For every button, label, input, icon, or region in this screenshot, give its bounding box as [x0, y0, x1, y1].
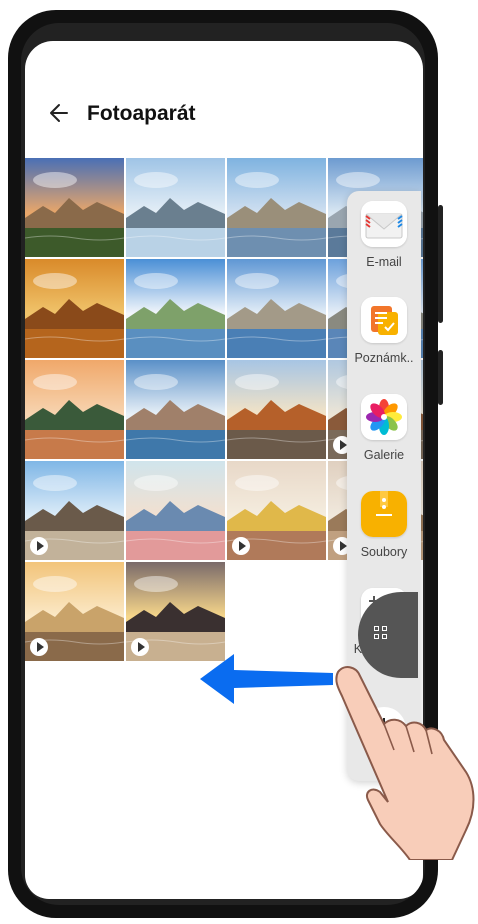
dock-app-label: Galerie — [363, 448, 405, 462]
power-button — [438, 350, 443, 405]
photo-tile[interactable] — [25, 562, 124, 661]
pointing-hand — [335, 666, 475, 860]
swipe-left-arrow — [200, 654, 333, 704]
photo-tile[interactable] — [126, 360, 225, 459]
grid-icon — [374, 626, 388, 640]
photo-tile[interactable] — [25, 259, 124, 358]
arrow-left-icon[interactable] — [47, 99, 75, 127]
play-icon — [131, 638, 149, 656]
photo-tile[interactable] — [25, 158, 124, 257]
photo-tile[interactable] — [126, 259, 225, 358]
dock-app-label: Poznámk.. — [354, 351, 414, 365]
photo-tile[interactable] — [227, 259, 326, 358]
photo-tile[interactable] — [227, 158, 326, 257]
page-title: Fotoaparát — [87, 102, 196, 125]
photo-tile[interactable] — [227, 461, 326, 560]
photo-tile[interactable] — [126, 461, 225, 560]
gallery-icon — [361, 394, 407, 440]
app-header: Fotoaparát — [25, 41, 423, 135]
photo-tile[interactable] — [227, 360, 326, 459]
dock-app-label: E-mail — [366, 255, 402, 269]
dock-app-label: Soubory — [360, 545, 408, 559]
volume-button — [438, 205, 443, 323]
play-icon — [232, 537, 250, 555]
mail-icon — [361, 201, 407, 247]
photo-tile[interactable] — [126, 158, 225, 257]
notes-icon — [361, 297, 407, 343]
play-icon — [30, 638, 48, 656]
photo-tile[interactable] — [25, 461, 124, 560]
photo-tile[interactable] — [126, 562, 225, 661]
files-icon — [361, 491, 407, 537]
play-icon — [30, 537, 48, 555]
photo-tile[interactable] — [25, 360, 124, 459]
